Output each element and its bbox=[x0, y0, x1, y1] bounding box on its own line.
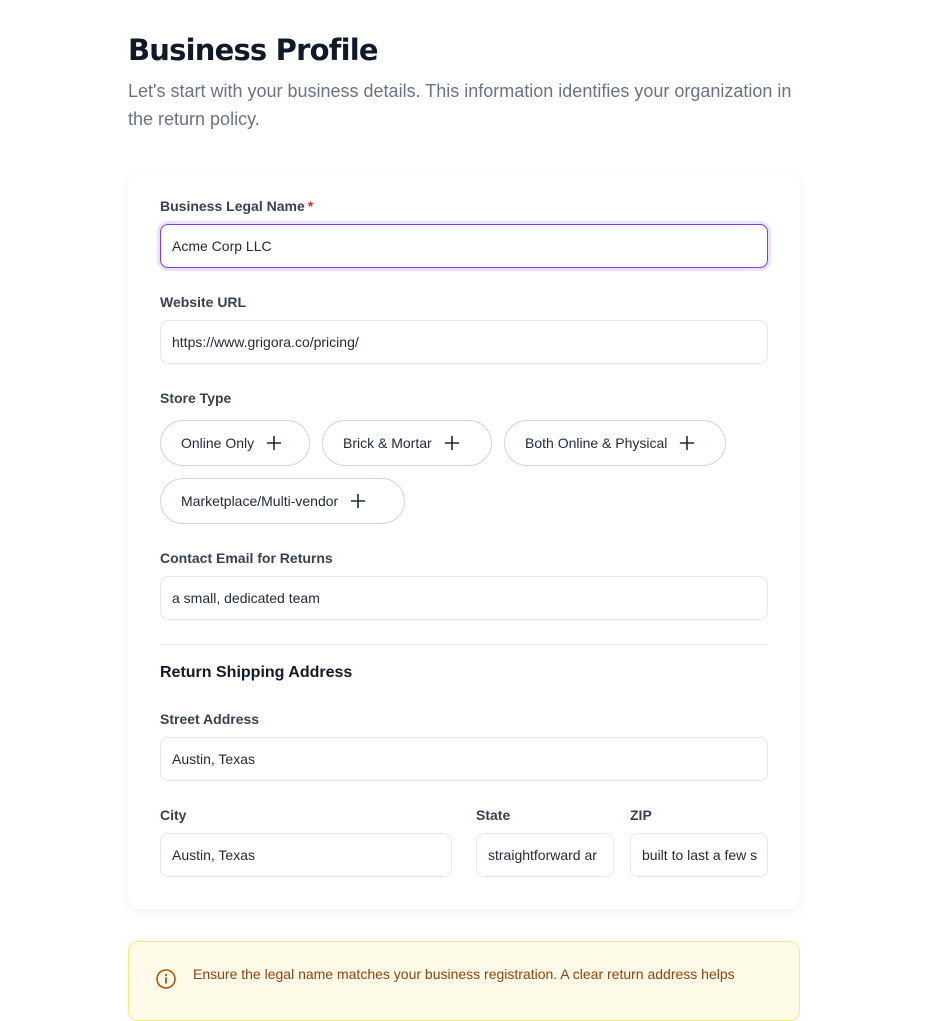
street-address-label: Street Address bbox=[160, 711, 260, 727]
zip-input[interactable]: built to last a few s bbox=[630, 833, 768, 877]
store-type-option-brick-mortar[interactable]: Brick & Mortar bbox=[322, 420, 492, 466]
website-input[interactable]: https://www.grigora.co/pricing/ bbox=[160, 320, 768, 364]
store-type-option-both[interactable]: Both Online & Physical bbox=[504, 420, 726, 466]
return-address-section-title: Return Shipping Address bbox=[160, 664, 353, 681]
business-profile-card: Business Legal Name * Acme Corp LLC Websi… bbox=[128, 176, 800, 909]
info-icon bbox=[155, 968, 177, 995]
legal-name-label-text: Business Legal Name bbox=[160, 198, 305, 214]
page-title: Business Profile bbox=[128, 33, 379, 67]
website-label: Website URL bbox=[160, 294, 247, 310]
chip-label: Brick & Mortar bbox=[343, 435, 432, 451]
info-notice: Ensure the legal name matches your busin… bbox=[128, 941, 800, 1021]
plus-icon bbox=[266, 435, 282, 451]
zip-label: ZIP bbox=[630, 807, 652, 823]
street-address-input[interactable]: Austin, Texas bbox=[160, 737, 768, 781]
chip-label: Online Only bbox=[181, 435, 255, 451]
plus-icon bbox=[444, 435, 460, 451]
section-divider bbox=[160, 644, 768, 645]
store-type-option-marketplace[interactable]: Marketplace/Multi-vendor bbox=[160, 478, 405, 524]
store-type-option-online-only[interactable]: Online Only bbox=[160, 420, 310, 466]
legal-name-label: Business Legal Name * bbox=[160, 198, 313, 214]
required-marker: * bbox=[307, 198, 314, 214]
plus-icon bbox=[350, 493, 366, 509]
plus-icon bbox=[679, 435, 695, 451]
page-subtitle: Let's start with your business details. … bbox=[128, 81, 792, 129]
chip-label: Marketplace/Multi-vendor bbox=[181, 493, 339, 509]
city-label: City bbox=[160, 807, 187, 823]
contact-email-label: Contact Email for Returns bbox=[160, 550, 333, 566]
legal-name-input[interactable]: Acme Corp LLC bbox=[160, 224, 768, 268]
store-type-label: Store Type bbox=[160, 390, 232, 406]
contact-email-input[interactable]: a small, dedicated team bbox=[160, 576, 768, 620]
state-input[interactable]: straightforward ar bbox=[476, 833, 614, 877]
state-label: State bbox=[476, 807, 511, 823]
city-input[interactable]: Austin, Texas bbox=[160, 833, 452, 877]
chip-label: Both Online & Physical bbox=[525, 435, 668, 451]
